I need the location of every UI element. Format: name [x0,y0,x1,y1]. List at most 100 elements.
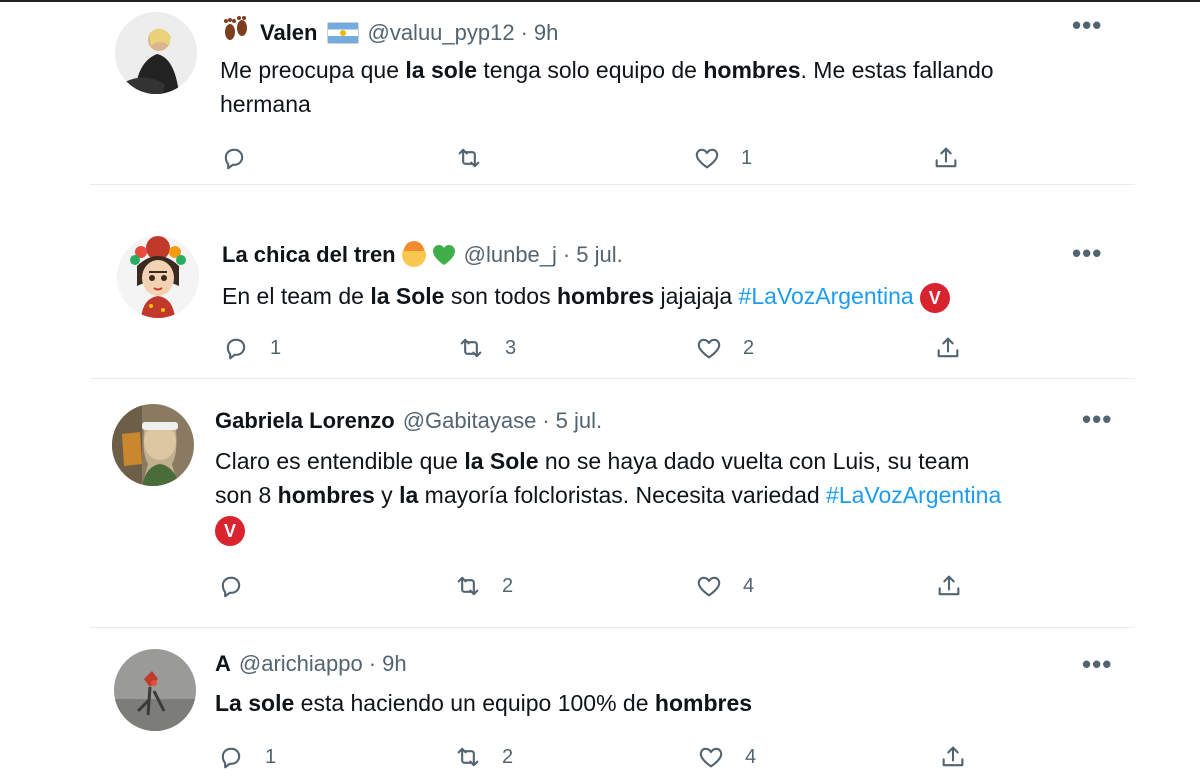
text-bold: hombres [703,57,801,83]
tweet-a[interactable]: A @arichiappo · 9h ••• La sole esta haci… [0,629,1200,777]
display-name[interactable]: A [215,651,231,677]
avatar[interactable] [115,12,197,94]
display-name[interactable]: Valen [260,20,317,46]
timestamp[interactable]: 9h [382,651,406,677]
text-segment: mayoría folcloristas. Necesita variedad [418,482,827,508]
reply-button[interactable] [217,572,265,600]
reply-icon [224,148,244,170]
like-count: 4 [745,745,757,768]
like-count: 2 [743,336,755,359]
retweet-button[interactable]: 3 [457,334,516,362]
text-bold: La sole [215,690,295,716]
tweet-text: Claro es entendible que la Sole no se ha… [215,444,1135,546]
separator: · [368,651,377,676]
timestamp[interactable]: 9h [534,20,558,46]
separator: · [542,408,550,433]
text-bold: hombres [557,283,655,309]
text-segment: Claro es entendible que [215,448,465,474]
heart-icon [697,338,721,359]
share-button[interactable] [932,144,960,172]
like-count: 1 [741,146,753,169]
separator: · [520,19,528,45]
reply-button[interactable]: 1 [217,743,276,771]
text-segment: hermana [220,91,311,117]
tweet-actions: 2 4 [217,572,977,602]
more-icon[interactable]: ••• [1082,406,1112,432]
text-segment: no se haya dado vuelta con Luis, su team [538,448,970,474]
share-button[interactable] [934,334,962,362]
retweet-button[interactable]: 2 [454,743,513,771]
retweet-count: 2 [502,745,514,768]
more-icon[interactable]: ••• [1072,12,1102,38]
share-icon [938,575,960,596]
avatar[interactable] [114,649,196,731]
tweet-valen[interactable]: Valen @valuu_pyp12 · 9h ••• Me preocupa … [0,0,1200,185]
more-icon[interactable]: ••• [1072,240,1102,266]
retweet-count: 3 [505,336,517,359]
text-segment: En el team de [222,283,371,309]
reply-count: 1 [270,336,282,359]
text-bold: la Sole [370,283,445,309]
tweet-actions: 1 3 2 [222,334,982,364]
tweet-actions: 1 [220,144,980,174]
reply-button[interactable] [220,144,268,172]
person-emoji-icon [401,241,426,267]
tweet-actions: 1 2 4 [217,743,977,773]
tweet-divider [90,378,1135,379]
share-icon [942,746,964,767]
tweet-divider [90,627,1135,628]
retweet-button[interactable] [455,144,503,172]
avatar[interactable] [112,404,194,486]
retweet-button[interactable]: 2 [454,572,513,600]
avatar[interactable] [117,236,199,318]
display-name[interactable]: Gabriela Lorenzo [215,408,395,434]
timestamp[interactable]: 5 jul. [576,242,622,268]
separator: · [562,242,571,267]
tweet-la-chica-del-tren[interactable]: La chica del tren @lunbe_j · 5 jul. ••• … [0,186,1200,378]
like-button[interactable]: 1 [693,144,752,172]
more-icon[interactable]: ••• [1082,651,1112,677]
avatar-image [112,404,194,486]
user-handle[interactable]: @lunbe_j [464,242,557,268]
tweet-header: Gabriela Lorenzo @Gabitayase · 5 jul. [215,408,602,434]
la-voz-badge-icon: V [215,515,245,546]
like-button[interactable]: 4 [697,743,756,771]
text-bold: hombres [277,482,375,508]
retweet-icon [457,576,479,596]
text-segment: . Me estas fallando [800,57,994,83]
text-segment: esta haciendo un equipo 100% de [294,690,655,716]
text-segment: son todos [444,283,557,309]
share-button[interactable] [939,743,967,771]
user-handle[interactable]: @arichiappo [239,651,363,677]
text-bold: hombres [654,690,753,716]
text-bold: la sole [405,57,478,83]
timestamp[interactable]: 5 jul. [556,408,602,434]
green-heart-icon [432,244,456,266]
hashtag-link[interactable]: #LaVozArgentina [826,482,1001,508]
user-handle[interactable]: @valuu_pyp12 [367,20,514,46]
reply-button[interactable]: 1 [222,334,281,362]
retweet-count: 2 [502,574,514,597]
heart-icon [697,576,721,597]
tweet-text: Me preocupa que la sole tenga solo equip… [220,53,1120,121]
text-bold: la [399,482,419,508]
avatar-image [117,236,199,318]
text-segment: jajajaja [654,283,739,309]
share-button[interactable] [935,572,963,600]
text-segment: y [374,482,400,508]
text-segment: Me preocupa que [220,57,406,83]
like-button[interactable]: 4 [695,572,754,600]
reply-icon [226,338,246,360]
reply-icon [221,576,241,598]
text-segment: son 8 [215,482,278,508]
retweet-icon [458,148,480,168]
user-handle[interactable]: @Gabitayase [403,408,537,434]
tweet-text: En el team de la Sole son todos hombres … [222,279,1122,313]
share-icon [935,147,957,168]
display-name[interactable]: La chica del tren [222,242,396,268]
tweet-gabriela-lorenzo[interactable]: Gabriela Lorenzo @Gabitayase · 5 jul. ••… [0,380,1200,626]
share-icon [937,337,959,358]
like-button[interactable]: 2 [695,334,754,362]
hashtag-link[interactable]: #LaVozArgentina [739,283,914,309]
text-bold: la Sole [464,448,539,474]
